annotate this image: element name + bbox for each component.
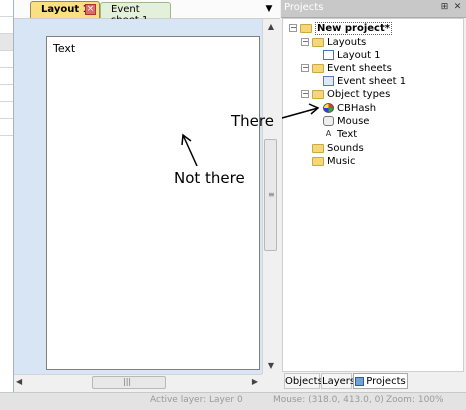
folder-icon xyxy=(312,89,324,99)
tree-label: Mouse xyxy=(337,116,370,127)
tab-layers[interactable]: Layers xyxy=(321,373,355,389)
tree-label: Sounds xyxy=(327,143,364,154)
tree-item-music[interactable]: Music xyxy=(312,155,355,169)
project-tree[interactable]: − New project* − Layouts Layout 1 − Event s… xyxy=(282,18,464,372)
mouse-icon xyxy=(323,116,334,126)
scroll-up-icon[interactable]: ▲ xyxy=(265,21,277,33)
tree-item-layouts[interactable]: − Layouts xyxy=(301,36,366,50)
projects-panel-header: Projects ⊞ ✕ xyxy=(281,0,466,18)
projects-panel-title: Projects xyxy=(284,2,324,13)
tree-label: Event sheet 1 xyxy=(337,76,407,87)
annotation-not-there: Not there xyxy=(174,169,245,187)
tree-item-text[interactable]: A Text xyxy=(323,128,357,142)
grip-icon: ||| xyxy=(123,377,132,386)
event-sheet-icon xyxy=(323,76,334,86)
status-mouse-position: Mouse: (318.0, 413.0, 0) xyxy=(273,395,384,405)
left-row xyxy=(0,0,13,17)
status-active-layer: Active layer: Layer 0 xyxy=(150,395,243,405)
folder-icon xyxy=(300,23,312,33)
grip-icon: ≡ xyxy=(268,190,275,199)
scroll-corner xyxy=(262,374,278,390)
left-row xyxy=(0,119,13,136)
tree-label: Music xyxy=(327,156,356,167)
left-row xyxy=(0,85,13,102)
tree-label: Layout 1 xyxy=(337,50,381,61)
tab-list-dropdown-icon[interactable]: ▼ xyxy=(262,2,276,16)
tab-projects[interactable]: Projects xyxy=(353,373,408,389)
tab-layout-1[interactable]: Layout 1 × xyxy=(30,1,100,18)
folder-icon xyxy=(312,156,324,166)
pin-icon[interactable]: ⊞ xyxy=(439,2,450,13)
vertical-scrollbar[interactable]: ▲ ≡ ▼ xyxy=(262,19,279,374)
projects-icon xyxy=(355,376,365,386)
status-bar: Active layer: Layer 0 Mouse: (318.0, 413… xyxy=(0,392,466,410)
folder-icon xyxy=(312,143,324,153)
close-tab-icon[interactable]: × xyxy=(85,4,96,15)
tree-label: Object types xyxy=(327,89,391,100)
left-panel-strip xyxy=(0,0,14,392)
collapse-icon[interactable]: − xyxy=(301,64,309,72)
left-row xyxy=(0,34,13,51)
tree-label: Event sheets xyxy=(327,63,392,74)
close-icon[interactable]: ✕ xyxy=(452,2,463,13)
text-object[interactable]: Text xyxy=(53,42,75,55)
scroll-right-icon[interactable]: ▶ xyxy=(252,377,258,386)
tree-item-cbhash[interactable]: CBHash xyxy=(323,102,376,116)
vertical-scroll-thumb[interactable]: ≡ xyxy=(264,139,277,251)
text-object-icon: A xyxy=(325,129,332,138)
tree-item-event-sheet-1[interactable]: Event sheet 1 xyxy=(323,75,406,89)
layout-page[interactable] xyxy=(46,36,260,370)
collapse-icon[interactable]: − xyxy=(289,24,297,32)
left-row xyxy=(0,68,13,85)
tree-item-mouse[interactable]: Mouse xyxy=(323,115,369,129)
tree-item-layout-1[interactable]: Layout 1 xyxy=(323,49,381,63)
tree-item-event-sheets[interactable]: − Event sheets xyxy=(301,62,392,76)
tree-root[interactable]: − New project* xyxy=(289,22,392,36)
tab-projects-label: Projects xyxy=(366,376,406,387)
collapse-icon[interactable]: − xyxy=(301,90,309,98)
left-row xyxy=(0,17,13,34)
left-row xyxy=(0,51,13,68)
scroll-down-icon[interactable]: ▼ xyxy=(265,360,277,372)
layout-icon xyxy=(323,50,334,60)
tree-root-label: New project* xyxy=(315,22,392,35)
panel-tab-strip: Objects Layers Projects xyxy=(282,372,466,390)
left-row xyxy=(0,102,13,119)
tree-item-object-types[interactable]: − Object types xyxy=(301,88,390,102)
horizontal-scroll-thumb[interactable]: ||| xyxy=(92,376,166,389)
annotation-there: There xyxy=(231,112,274,130)
folder-icon xyxy=(312,63,324,73)
tree-item-sounds[interactable]: Sounds xyxy=(312,142,364,156)
status-zoom: Zoom: 100% xyxy=(386,395,444,405)
tab-event-sheet-1[interactable]: Event sheet 1 xyxy=(100,2,171,26)
scroll-left-icon[interactable]: ◀ xyxy=(16,377,22,386)
horizontal-scrollbar[interactable]: ◀ ||| ▶ xyxy=(14,374,262,391)
folder-icon xyxy=(312,37,324,47)
cbhash-plugin-icon xyxy=(323,103,334,113)
tab-objects[interactable]: Objects xyxy=(284,373,323,389)
tree-label: Layouts xyxy=(327,37,367,48)
tree-label: Text xyxy=(337,129,358,140)
tab-layout-label: Layout 1 xyxy=(41,4,90,15)
tree-label: CBHash xyxy=(337,103,377,114)
collapse-icon[interactable]: − xyxy=(301,38,309,46)
